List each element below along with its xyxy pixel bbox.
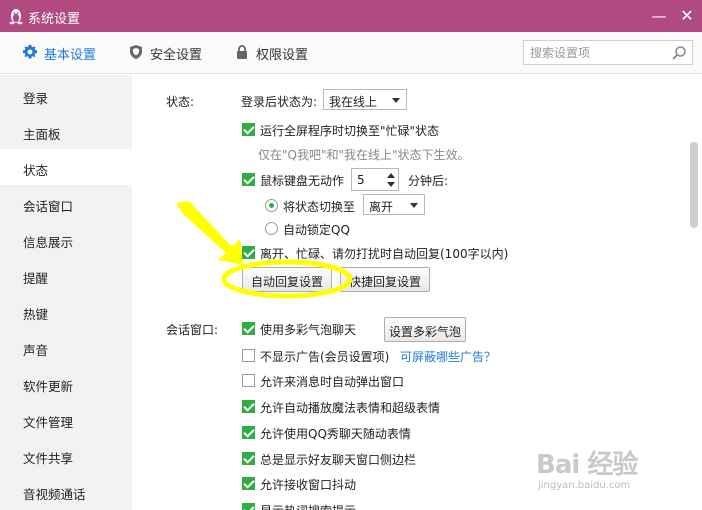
tab-permission-settings-label: 权限设置 [256,48,309,63]
sidebar-item-status[interactable]: 状态 [0,149,132,185]
hide-ads-link[interactable]: 可屏蔽哪些广告？ [400,348,496,365]
chevron-down-icon [392,98,400,103]
after-login-status-select[interactable]: 我在线上 [323,89,407,110]
hide-ads-checkbox[interactable] [242,349,255,362]
status-section-label: 状态: [166,95,195,109]
window-title: 系统设置 [28,12,81,27]
after-login-label: 登录后状态为: [241,95,318,109]
auto-reply-label: 离开、忙碌、请勿打扰时自动回复(100字以内) [260,247,509,261]
qq-show-checkbox[interactable] [242,426,255,439]
set-bubble-button[interactable]: 设置多彩气泡 [384,317,466,342]
gear-icon [22,44,38,59]
tab-security-settings[interactable]: 安全设置 [128,43,218,63]
hide-ads-label: 不显示广告(会员设置项) [260,350,390,364]
colorful-bubble-checkbox[interactable] [242,322,255,335]
auto-reply-checkbox[interactable] [242,246,255,259]
stepper-up-icon[interactable] [387,173,395,178]
fullscreen-busy-checkbox[interactable] [242,123,255,136]
watermark: Bai 经验 jingyan.baidu.com [536,436,686,496]
sidebar-item-sound[interactable]: 声音 [0,329,132,365]
sidebar-item-login[interactable]: 登录 [0,77,132,113]
tab-permission-settings[interactable]: 权限设置 [234,43,324,63]
magic-emoji-checkbox[interactable] [242,400,255,413]
window-shake-label: 允许接收窗口抖动 [260,478,357,492]
quick-reply-settings-button[interactable]: 快捷回复设置 [340,267,430,292]
sidebar-item-software-update[interactable]: 软件更新 [0,365,132,401]
hotword-label: 显示热词搜索提示 [260,502,356,510]
sidebar-item-reminder[interactable]: 提醒 [0,257,132,293]
auto-lock-radio[interactable] [265,222,278,235]
top-nav: 基本设置 安全设置 权限设置 [0,32,702,74]
switch-status-radio[interactable] [265,199,278,212]
watermark-text: Bai 经验 [536,450,638,480]
watermark-url: jingyan.baidu.com [538,480,631,491]
switch-status-value: 离开 [369,200,394,214]
sidebar-item-main-panel[interactable]: 主面板 [0,113,132,149]
sidebar-item-av-call[interactable]: 音视频通话 [0,473,132,509]
colorful-bubble-label: 使用多彩气泡聊天 [260,323,357,337]
qq-penguin-icon [9,9,23,25]
search-input[interactable] [530,44,664,61]
sidebar-item-info-display[interactable]: 信息展示 [0,221,132,257]
tab-security-settings-label: 安全设置 [150,48,203,63]
idle-checkbox[interactable] [242,173,255,186]
after-login-status-value: 我在线上 [329,95,378,109]
friend-sidebar-checkbox[interactable] [242,452,255,465]
idle-minutes-value: 5 [357,173,365,187]
search-icon[interactable] [671,45,687,61]
switch-status-label: 将状态切换至 [283,200,356,214]
scrollbar-thumb[interactable] [690,142,698,228]
idle-minutes-stepper[interactable]: 5 [351,168,399,191]
lock-icon [237,45,247,59]
fullscreen-hint: 仅在"Q我吧"和"我在线上"状态下生效。 [258,148,470,162]
chat-section-label: 会话窗口: [166,323,219,337]
idle-minutes-suffix: 分钟后: [408,174,449,188]
magic-emoji-label: 允许自动播放魔法表情和超级表情 [260,401,441,415]
hotword-checkbox[interactable] [242,503,255,510]
tab-basic-settings-label: 基本设置 [44,48,97,63]
auto-lock-label: 自动锁定QQ [283,223,350,237]
close-button[interactable]: ✕ [676,5,698,27]
popup-window-label: 允许来消息时自动弹出窗口 [260,375,405,389]
friend-sidebar-label: 总是显示好友聊天窗口侧边栏 [260,453,417,467]
shield-icon [130,45,142,59]
sidebar-item-hotkey[interactable]: 热键 [0,293,132,329]
minimize-button[interactable]: — [648,5,670,27]
tab-basic-settings[interactable]: 基本设置 [22,43,112,63]
idle-label: 鼠标键盘无动作 [260,174,345,188]
sidebar-item-chat-window[interactable]: 会话窗口 [0,185,132,221]
search-box [523,40,693,65]
sidebar: 登录 主面板 状态 会话窗口 信息展示 提醒 热键 声音 软件更新 文件管理 文… [0,75,132,510]
stepper-down-icon[interactable] [387,182,395,187]
title-bar: 系统设置 — ✕ [0,0,702,32]
switch-status-select[interactable]: 离开 [363,194,425,215]
auto-reply-settings-button[interactable]: 自动回复设置 [242,267,332,292]
fullscreen-busy-label: 运行全屏程序时切换至"忙碌"状态 [260,124,440,138]
sidebar-item-file-management[interactable]: 文件管理 [0,401,132,437]
sidebar-item-file-sharing[interactable]: 文件共享 [0,437,132,473]
qq-show-label: 允许使用QQ秀聊天随动表情 [260,427,411,441]
window-shake-checkbox[interactable] [242,477,255,490]
chevron-down-icon [410,203,418,208]
popup-window-checkbox[interactable] [242,374,255,387]
